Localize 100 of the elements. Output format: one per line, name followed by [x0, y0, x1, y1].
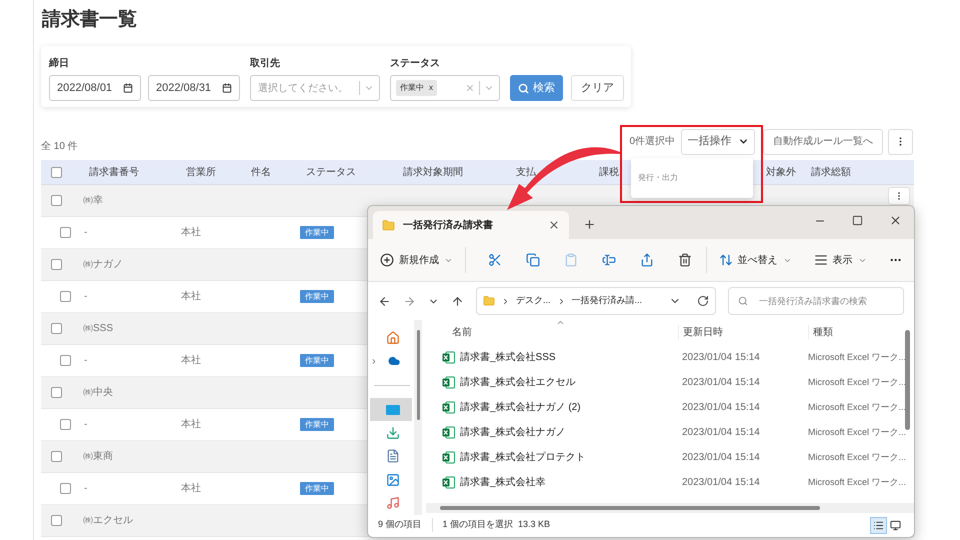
back-icon[interactable] — [378, 294, 391, 308]
column-header[interactable]: 請求総額 — [811, 166, 851, 178]
breadcrumb-item[interactable]: 一括発行済み請... — [572, 294, 642, 308]
column-header[interactable]: 支払 — [516, 166, 536, 178]
search-field[interactable]: 一括発行済み請求書の検索 — [728, 287, 904, 315]
item-count: 9 個の項目 — [378, 518, 433, 532]
checkbox[interactable] — [60, 355, 71, 366]
cut-icon[interactable] — [488, 253, 502, 267]
modified-date: 2023/01/04 15:14 — [681, 476, 761, 490]
music-icon — [386, 496, 400, 510]
office-name: 本社 — [181, 227, 201, 238]
document-icon — [386, 449, 400, 464]
clear-button[interactable]: クリア — [571, 75, 624, 101]
file-row[interactable]: 請求書_株式会社ナガノ (2) 2023/01/04 15:14 Microsoft Excel ワーク... — [426, 395, 914, 420]
new-button[interactable]: 新規作成 — [380, 252, 453, 268]
copy-icon[interactable] — [526, 253, 540, 267]
checkbox[interactable] — [50, 166, 62, 178]
column-header[interactable]: 対象外 — [766, 166, 796, 178]
column-header[interactable]: 請求書番号 — [89, 166, 139, 178]
scrollbar[interactable] — [416, 330, 420, 420]
bulk-action-button[interactable]: 一括操作 — [681, 128, 755, 154]
office-name: 本社 — [181, 419, 201, 430]
checkbox[interactable] — [60, 419, 71, 430]
maximize-icon[interactable] — [852, 215, 863, 226]
file-name: 請求書_株式会社SSS — [460, 350, 556, 365]
status-select[interactable]: 作業中 x — [390, 75, 500, 101]
refresh-icon[interactable] — [697, 295, 709, 307]
office-name: 本社 — [181, 355, 201, 366]
checkbox[interactable] — [60, 291, 71, 302]
excel-file-icon — [442, 451, 455, 464]
page-title: 請求書一覧 — [42, 8, 138, 32]
excel-file-icon — [442, 426, 455, 439]
column-header[interactable]: 営業所 — [186, 166, 216, 178]
row-menu-button[interactable] — [888, 187, 910, 205]
column-header[interactable]: 件名 — [251, 166, 271, 178]
client-name: ㈱エクセル — [82, 514, 133, 528]
clear-icon[interactable] — [465, 83, 475, 93]
close-icon[interactable] — [889, 214, 902, 227]
file-name: 請求書_株式会社エクセル — [460, 376, 576, 390]
column-header[interactable]: ステータス — [306, 166, 356, 178]
breadcrumb-item[interactable]: デスク... — [516, 294, 551, 308]
file-row[interactable]: 請求書_株式会社エクセル 2023/01/04 15:14 Microsoft Excel ワーク... — [426, 370, 914, 395]
remove-tag[interactable]: x — [429, 82, 433, 94]
invoice-number: - — [84, 355, 88, 366]
client-name: ㈱東商 — [82, 450, 113, 464]
checkbox[interactable] — [50, 451, 62, 462]
calendar-icon — [222, 83, 232, 93]
checkbox[interactable] — [50, 515, 62, 526]
share-icon[interactable] — [640, 253, 654, 267]
file-row[interactable]: 請求書_株式会社プロテクト 2023/01/04 15:14 Microsoft Excel ワーク... — [426, 445, 914, 470]
forward-icon[interactable] — [403, 294, 416, 308]
nav-item[interactable] — [370, 398, 412, 422]
office-name: 本社 — [181, 483, 201, 494]
checkbox[interactable] — [50, 323, 62, 334]
view-button[interactable]: 表示 — [814, 252, 867, 268]
rename-icon[interactable] — [602, 253, 616, 267]
status-badge: 作業中 — [300, 354, 334, 367]
column-header[interactable]: 課税 — [599, 166, 619, 178]
excel-file-icon — [442, 476, 455, 489]
folder-tab[interactable]: 一括発行済み請求書 — [373, 211, 569, 239]
invoice-number: - — [84, 419, 88, 430]
menu-item[interactable]: 発行・出力 — [638, 172, 746, 184]
client-name: ㈱SSS — [82, 322, 114, 336]
checkbox[interactable] — [50, 259, 62, 270]
file-row[interactable]: 請求書_株式会社幸 2023/01/04 15:14 Microsoft Excel ワーク... — [426, 470, 914, 495]
new-tab-icon[interactable] — [583, 218, 596, 231]
search-icon — [518, 82, 529, 94]
checkbox[interactable] — [50, 195, 62, 206]
rules-button[interactable]: 自動作成ルール一覧へ — [763, 128, 883, 154]
file-row[interactable]: 請求書_株式会社SSS 2023/01/04 15:14 Microsoft Excel ワーク... — [426, 345, 914, 370]
up-icon[interactable] — [451, 294, 464, 308]
expand-icon[interactable] — [370, 356, 378, 366]
file-row[interactable]: 請求書_株式会社ナガノ 2023/01/04 15:14 Microsoft Excel ワーク... — [426, 420, 914, 445]
status-tag[interactable]: 作業中 x — [396, 80, 437, 96]
date-field[interactable]: 2022/08/01 — [49, 75, 141, 101]
file-type: Microsoft Excel ワーク... — [808, 376, 906, 389]
client-name: ㈱幸 — [82, 194, 103, 208]
checkbox[interactable] — [60, 227, 71, 238]
file-type: Microsoft Excel ワーク... — [808, 426, 906, 439]
checkbox[interactable] — [50, 387, 62, 398]
column-header[interactable]: 名前 — [426, 325, 678, 340]
monitor-icon — [890, 520, 901, 530]
download-icon — [386, 426, 400, 440]
status-badge: 作業中 — [300, 226, 334, 239]
sort-button[interactable]: 並べ替え — [718, 252, 792, 268]
status-badge: 作業中 — [300, 290, 334, 303]
address-bar[interactable]: デスク... 一括発行済み請... — [476, 287, 716, 315]
column-header[interactable]: 更新日時 — [678, 325, 808, 340]
date-field[interactable]: 2022/08/31 — [148, 75, 240, 101]
column-header[interactable]: 請求対象期間 — [403, 166, 463, 178]
delete-icon[interactable] — [678, 253, 692, 267]
close-tab-icon[interactable] — [548, 219, 560, 231]
scrollbar[interactable] — [905, 330, 910, 430]
checkbox[interactable] — [60, 483, 71, 494]
modified-date: 2023/01/04 15:14 — [681, 351, 761, 365]
file-name: 請求書_株式会社ナガノ (2) — [460, 400, 581, 415]
scrollbar[interactable] — [440, 506, 820, 510]
details-view-button[interactable] — [870, 516, 887, 534]
modified-date: 2023/01/04 15:14 — [681, 451, 761, 465]
column-header[interactable]: 種類 — [808, 325, 833, 340]
